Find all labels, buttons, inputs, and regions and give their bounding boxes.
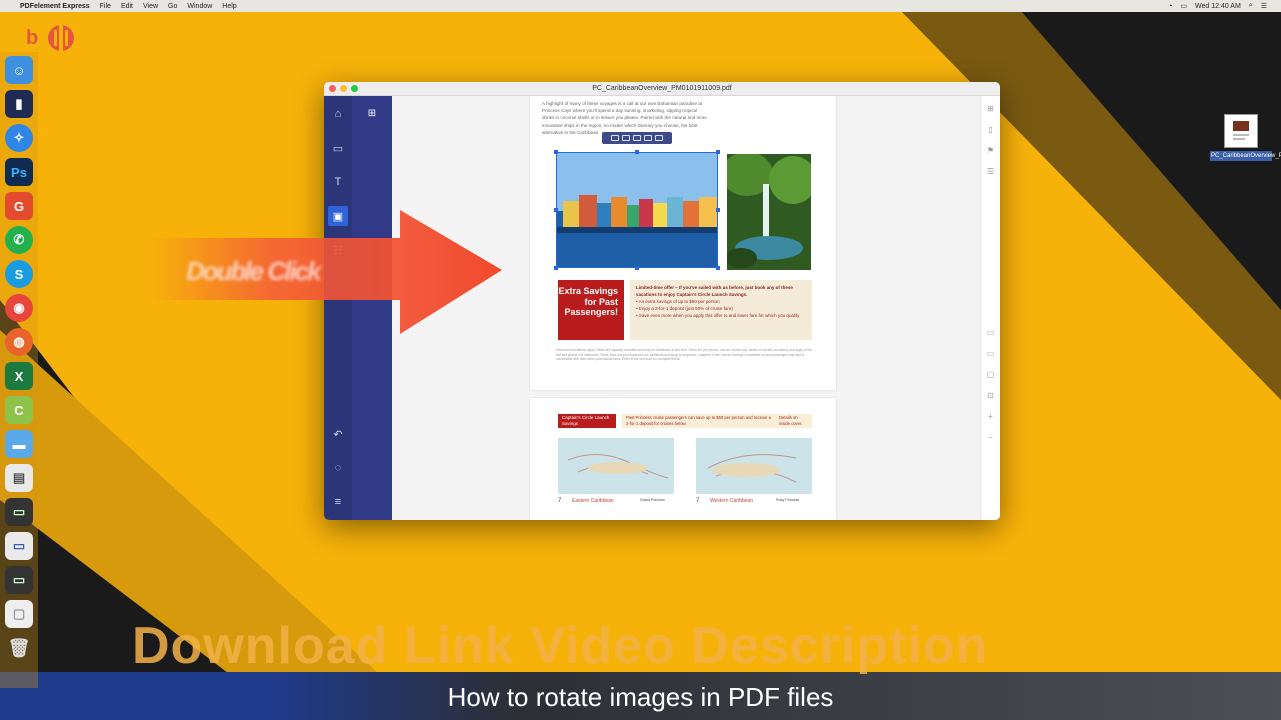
firefox-icon[interactable]: ◍ (5, 328, 33, 356)
spotlight-icon[interactable]: ⌕ (1249, 2, 1253, 10)
safari-icon[interactable]: ✧ (5, 124, 33, 152)
finder-icon[interactable]: ☺ (5, 56, 33, 84)
map-days: 7 (696, 498, 700, 504)
wifi-icon[interactable]: ◔ (1168, 3, 1172, 10)
menu-file[interactable]: File (100, 3, 111, 10)
menubar-clock[interactable]: Wed 12:40 AM (1195, 3, 1241, 10)
delete-icon[interactable] (655, 135, 663, 141)
two-page-icon[interactable]: ▭ (987, 349, 995, 358)
zoom-in-icon[interactable]: + (988, 412, 993, 421)
window-thumbnail-icon[interactable]: ▭ (5, 532, 33, 560)
map-title: Eastern Caribbean (572, 498, 614, 504)
video-caption: How to rotate images in PDF files (447, 682, 834, 712)
menu-window[interactable]: Window (187, 3, 212, 10)
pdf-page-1: A highlight of many of these voyages is … (530, 96, 836, 390)
window-titlebar[interactable]: PC_CaribbeanOverview_PM0101911009.pdf (324, 82, 1000, 96)
resize-handle[interactable] (716, 208, 720, 212)
excel-icon[interactable]: X (5, 362, 33, 390)
resize-handle[interactable] (554, 208, 558, 212)
menu-list-icon[interactable]: ☰ (1261, 2, 1267, 10)
waterfall-image[interactable] (727, 154, 811, 270)
text-edit-icon[interactable]: T (328, 172, 348, 192)
offer-heading: Limited-time offer – If you've sailed wi… (636, 285, 793, 297)
document-icon[interactable]: ▤ (5, 464, 33, 492)
details-note: Details on inside cover. (776, 414, 812, 428)
blank-document-icon[interactable]: ▢ (5, 600, 33, 628)
feedback-icon[interactable]: ◌ (328, 458, 348, 478)
home-icon[interactable]: ⌂ (328, 104, 348, 124)
logo-letter: b (26, 26, 39, 49)
pdf-thumbnail-icon (1224, 114, 1258, 148)
map-ship: Ruby Princess (776, 498, 800, 502)
fit-page-icon[interactable]: ▢ (987, 370, 995, 379)
rotate-right-icon[interactable] (622, 135, 630, 141)
launch-savings-tag: Captain's Circle Launch Savings (558, 414, 616, 428)
menu-view[interactable]: View (143, 3, 158, 10)
single-page-icon[interactable]: ▭ (987, 328, 995, 337)
comment-icon[interactable]: ▭ (328, 138, 348, 158)
window-title: PC_CaribbeanOverview_PM0101911009.pdf (592, 85, 732, 92)
dock: ☺ ▮ ✧ Ps G ✆ S ◉ ◍ X C ▬ ▤ ▭ ▭ ▭ ▢ 🗑 (0, 52, 38, 688)
route-map-eastern (558, 438, 674, 494)
launch-savings-text: Past Princess cruise passengers can save… (622, 414, 776, 428)
watermark-text: Download Link Video Description (132, 617, 989, 675)
chrome-icon[interactable]: ◉ (5, 294, 33, 322)
folder-icon[interactable]: ▬ (5, 430, 33, 458)
offer-item: • Enjoy a 2-for-1 deposit (just 50% of c… (636, 306, 733, 311)
map-ship: Grand Princess (640, 498, 665, 502)
add-image-icon[interactable]: ⊞ (364, 108, 380, 124)
intro-paragraph: A highlight of many of these voyages is … (542, 101, 707, 135)
menu-edit[interactable]: Edit (121, 3, 133, 10)
resize-handle[interactable] (635, 266, 639, 270)
window-thumbnail-icon[interactable]: ▭ (5, 566, 33, 594)
menu-help[interactable]: Help (222, 3, 236, 10)
flipboard-icon[interactable]: ▮ (5, 90, 33, 118)
logo-mark-icon (48, 20, 75, 56)
desktop-file-label: PC_CaribbeanOverview_PM...1009.pdf (1210, 151, 1281, 161)
route-map-western (696, 438, 812, 494)
replace-icon[interactable] (644, 135, 652, 141)
thumbnails-icon[interactable]: ⊞ (987, 104, 994, 113)
offer-details: Limited-time offer – If you've sailed wi… (630, 280, 812, 340)
arrow-label: Double Click (186, 256, 321, 286)
crop-icon[interactable] (633, 135, 641, 141)
undo-icon[interactable]: ↶ (328, 424, 348, 444)
map-days: 7 (558, 498, 562, 504)
app-g-icon[interactable]: G (5, 192, 33, 220)
resize-handle[interactable] (635, 150, 639, 154)
pdf-page-2: Captain's Circle Launch Savings Past Pri… (530, 398, 836, 520)
menu-app-name[interactable]: PDFelement Express (20, 3, 90, 10)
outline-icon[interactable]: ☰ (987, 167, 994, 176)
resize-handle[interactable] (554, 266, 558, 270)
offer-item: • An extra savings of up to $50 per pers… (636, 299, 720, 304)
image-toolbar (602, 132, 672, 144)
desktop-pdf-file[interactable]: PC_CaribbeanOverview_PM...1009.pdf (1210, 114, 1281, 161)
right-toolbar: ⊞ ▯ ⚑ ☰ ▭ ▭ ▢ ⊡ + − (980, 96, 1000, 520)
app-c-icon[interactable]: C (5, 396, 33, 424)
fine-print: Terms and conditions apply. Offers are c… (556, 348, 812, 362)
menu-go[interactable]: Go (168, 3, 177, 10)
resize-handle[interactable] (554, 150, 558, 154)
menu-icon[interactable]: ≡ (328, 492, 348, 512)
offer-red-box: Extra Savings for Past Passengers! (558, 280, 624, 340)
selected-town-image[interactable] (556, 152, 718, 268)
offer-item: • Save even more when you apply this off… (636, 313, 800, 318)
fit-width-icon[interactable]: ⊡ (987, 391, 994, 400)
photoshop-icon[interactable]: Ps (5, 158, 33, 186)
zoom-out-icon[interactable]: − (988, 433, 993, 442)
window-thumbnail-icon[interactable]: ▭ (5, 498, 33, 526)
menu-bar: PDFelement Express File Edit View Go Win… (0, 0, 1281, 12)
battery-icon[interactable]: ▭ (1180, 2, 1187, 10)
skype-icon[interactable]: S (5, 260, 33, 288)
trash-icon[interactable]: 🗑 (5, 634, 33, 662)
bookmark-icon[interactable]: ⚑ (987, 146, 994, 155)
whatsapp-icon[interactable]: ✆ (5, 226, 33, 254)
page-icon[interactable]: ▯ (988, 125, 992, 134)
rotate-left-icon[interactable] (611, 135, 619, 141)
resize-handle[interactable] (716, 150, 720, 154)
map-title: Western Caribbean (710, 498, 753, 504)
resize-handle[interactable] (716, 266, 720, 270)
